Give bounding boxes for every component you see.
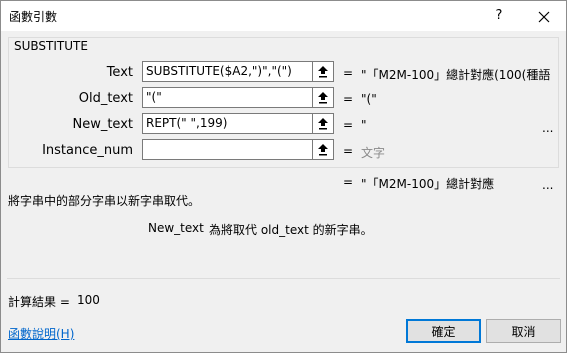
help-button[interactable]: ? bbox=[487, 5, 511, 27]
arg-result-old-text: "(" bbox=[361, 92, 377, 106]
ref-button-instance-num[interactable] bbox=[312, 139, 334, 160]
close-icon bbox=[538, 11, 550, 22]
arg-input-old-text[interactable]: "(" bbox=[142, 87, 312, 108]
divider bbox=[7, 278, 560, 279]
arg-input-new-text[interactable]: REPT(" ",199) bbox=[142, 113, 312, 134]
ref-button-new-text[interactable] bbox=[312, 113, 334, 134]
collapse-dialog-icon bbox=[318, 66, 328, 78]
function-arguments-dialog: 函數引數 ? SUBSTITUTE Text SUBSTITUTE($A2,")… bbox=[0, 0, 567, 353]
arg-equals-old-text: = bbox=[343, 92, 354, 106]
arg-result-instance-num: 文字 bbox=[361, 146, 386, 160]
collapse-dialog-icon bbox=[318, 118, 328, 130]
arg-equals-instance-num: = bbox=[343, 144, 354, 158]
calc-result-label: 計算結果 = bbox=[8, 295, 70, 309]
arg-equals-new-text: = bbox=[343, 118, 354, 132]
function-description: 將字串中的部分字串以新字串取代。 bbox=[8, 194, 201, 208]
arg-label-new-text: New_text bbox=[72, 117, 133, 132]
arg-help-name: New_text bbox=[148, 221, 204, 235]
arg-result-new-text: " bbox=[361, 118, 367, 132]
collapse-dialog-icon bbox=[318, 92, 328, 104]
dialog-title: 函數引數 bbox=[9, 10, 58, 24]
arg-result-text: "「M2M-100」總計對應(100(種語... bbox=[361, 68, 551, 82]
ref-button-old-text[interactable] bbox=[312, 87, 334, 108]
formula-result-ellipsis: ... bbox=[542, 178, 554, 192]
collapse-dialog-icon bbox=[318, 144, 328, 156]
arg-input-text[interactable]: SUBSTITUTE($A2,")","(") bbox=[142, 61, 312, 82]
arg-equals-text: = bbox=[343, 66, 354, 80]
arg-help-text: 為將取代 old_text 的新字串。 bbox=[209, 223, 373, 237]
function-help-link[interactable]: 函數說明(H) bbox=[8, 325, 74, 342]
ok-button[interactable]: 確定 bbox=[406, 319, 481, 343]
cancel-button[interactable]: 取消 bbox=[486, 319, 561, 343]
arg-input-instance-num[interactable] bbox=[142, 139, 312, 160]
formula-equals: = bbox=[343, 175, 354, 189]
formula-result: "「M2M-100」總計對應 bbox=[361, 177, 495, 191]
arg-label-instance-num: Instance_num bbox=[42, 143, 133, 158]
title-bar: 函數引數 ? bbox=[1, 1, 566, 31]
function-name: SUBSTITUTE bbox=[14, 39, 88, 53]
arg-label-text: Text bbox=[106, 65, 133, 80]
arg-ellipsis-new-text: ... bbox=[542, 121, 554, 135]
ref-button-text[interactable] bbox=[312, 61, 334, 82]
calc-result-value: 100 bbox=[77, 293, 100, 307]
close-button[interactable] bbox=[531, 5, 557, 27]
arg-label-old-text: Old_text bbox=[78, 91, 133, 106]
